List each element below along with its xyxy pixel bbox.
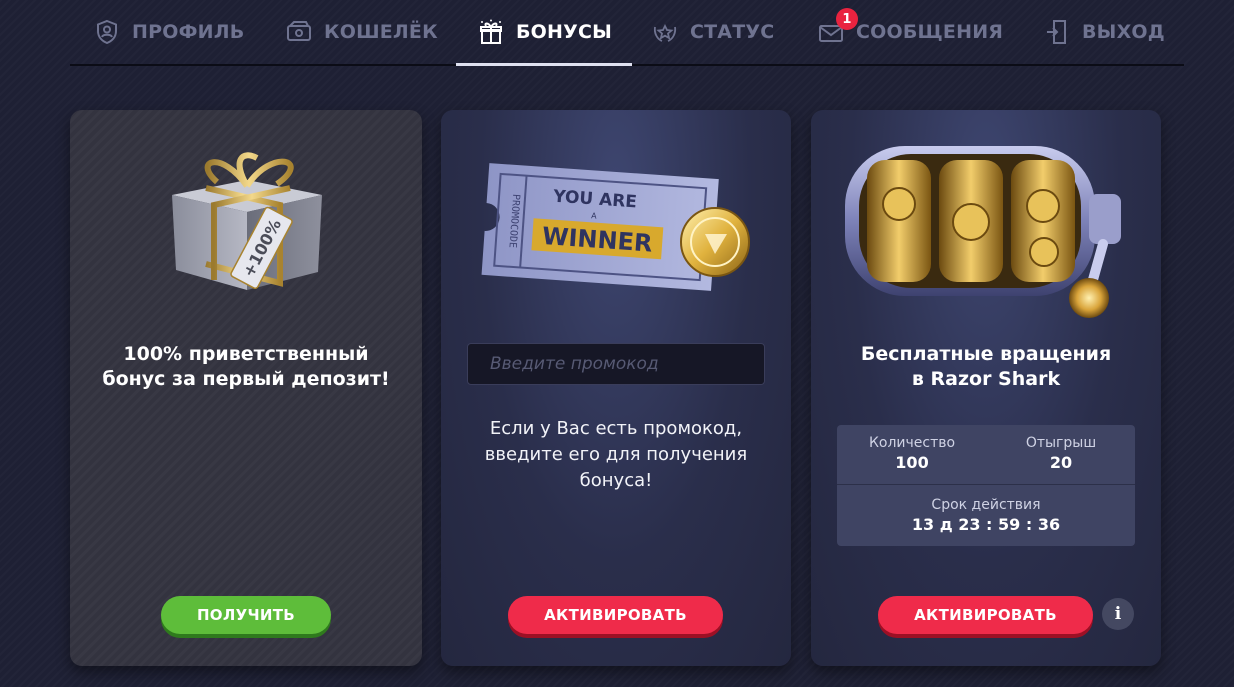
nav-item-status[interactable]: СТАТУС <box>652 0 774 64</box>
nav-item-label: ВЫХОД <box>1082 21 1165 43</box>
promocode-card: PROMOCODE YOU ARE A WINNER Если у Вас ес… <box>441 110 791 666</box>
nav-item-wallet[interactable]: КОШЕЛЁК <box>286 0 438 64</box>
quantity-block: Количество 100 <box>868 435 956 472</box>
welcome-bonus-card: +100% 100% приветственный бонус за первы… <box>70 110 422 666</box>
shield-user-icon <box>94 19 120 45</box>
nav-item-label: КОШЕЛЁК <box>324 21 438 43</box>
activate-free-spins-button[interactable]: АКТИВИРОВАТЬ <box>878 596 1093 634</box>
nav-item-logout[interactable]: ВЫХОД <box>1044 0 1165 64</box>
exit-door-icon <box>1044 19 1070 45</box>
winner-ticket-illustration: PROMOCODE YOU ARE A WINNER <box>481 163 750 291</box>
unread-badge: 1 <box>836 8 858 30</box>
nav-item-bonuses[interactable]: БОНУСЫ <box>478 0 612 64</box>
nav-item-label: СТАТУС <box>690 21 775 43</box>
nav-item-label: ПРОФИЛЬ <box>132 21 245 43</box>
validity-block: Срок действия 13 д 23 : 59 : 36 <box>837 486 1135 546</box>
top-navigation: ПРОФИЛЬ КОШЕЛЁК БОНУСЫ СТАТУС 1 СООБЩЕНИ… <box>70 0 1184 66</box>
info-icon[interactable]: i <box>1102 598 1134 630</box>
status-wreath-icon <box>652 19 678 45</box>
free-spins-info: Количество 100 Отыгрыш 20 Срок действия … <box>837 425 1135 546</box>
gift-box-illustration: +100% <box>172 152 322 290</box>
card-title: Бесплатные вращения в Razor Shark <box>860 343 1112 390</box>
card-title: 100% приветственный бонус за первый депо… <box>102 343 390 390</box>
get-bonus-button[interactable]: ПОЛУЧИТЬ <box>161 596 331 634</box>
promocode-input[interactable] <box>467 343 765 385</box>
promocode-description: Если у Вас есть промокод, введите его дл… <box>484 418 748 491</box>
wallet-icon <box>286 19 312 45</box>
nav-item-label: СООБЩЕНИЯ <box>856 21 1004 43</box>
slot-machine-illustration <box>845 146 1121 318</box>
gift-icon <box>478 19 504 45</box>
nav-item-messages[interactable]: 1 СООБЩЕНИЯ <box>818 0 1003 64</box>
active-tab-indicator <box>456 63 632 66</box>
nav-item-label: БОНУСЫ <box>516 21 613 43</box>
free-spins-card: Бесплатные вращения в Razor Shark Количе… <box>811 110 1161 666</box>
countdown-timer: 13 д 23 : 59 : 36 <box>911 515 1061 534</box>
nav-item-profile[interactable]: ПРОФИЛЬ <box>94 0 244 64</box>
wager-block: Отыгрыш 20 <box>1025 435 1097 472</box>
activate-promocode-button[interactable]: АКТИВИРОВАТЬ <box>508 596 723 634</box>
